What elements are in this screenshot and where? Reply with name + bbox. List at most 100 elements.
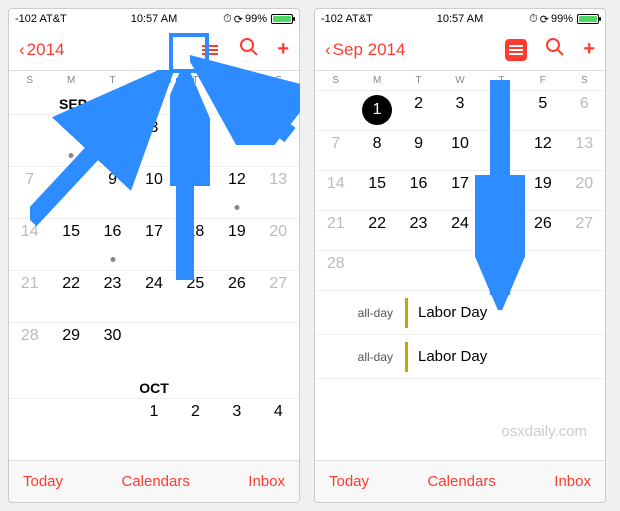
inbox-button[interactable]: Inbox xyxy=(248,473,285,490)
day-of-week-header: SMTWTFS xyxy=(315,71,605,90)
chevron-left-icon: ‹ xyxy=(325,40,331,60)
calendar-day-cell[interactable]: 1 xyxy=(356,90,397,130)
status-time: 10:57 AM xyxy=(437,13,483,25)
calendar-day-cell xyxy=(133,322,174,374)
calendar-day-cell[interactable]: 19 xyxy=(216,218,257,270)
dow-label: S xyxy=(315,75,356,86)
calendar-day-cell[interactable]: 19 xyxy=(522,170,563,210)
dow-label: M xyxy=(356,75,397,86)
calendar-day-cell[interactable]: 2 xyxy=(398,90,439,130)
calendar-day-cell[interactable]: 26 xyxy=(522,210,563,250)
calendar-day-cell[interactable]: 26 xyxy=(216,270,257,322)
today-button[interactable]: Today xyxy=(329,473,369,490)
event-list: all-dayLabor Dayall-dayLabor Day xyxy=(315,290,605,379)
calendar-day-cell[interactable]: 22 xyxy=(50,270,91,322)
today-button[interactable]: Today xyxy=(23,473,63,490)
calendar-day-cell[interactable]: 12 xyxy=(216,166,257,218)
rotation-lock-icon: ⟳ xyxy=(540,13,549,26)
alarm-icon: ⏱ xyxy=(529,13,538,26)
battery-icon xyxy=(271,14,293,24)
calendar-day-cell[interactable]: 4 xyxy=(258,398,299,438)
event-allday-label: all-day xyxy=(315,306,405,320)
carrier-text: -102 AT&T xyxy=(321,13,373,25)
calendar-day-cell[interactable]: 28 xyxy=(315,250,356,290)
month-label-oct: OCT xyxy=(9,374,299,398)
calendar-day-cell xyxy=(175,322,216,374)
calendar-day-cell[interactable]: 20 xyxy=(258,218,299,270)
back-label: Sep 2014 xyxy=(333,40,406,60)
battery-pct: 99% xyxy=(245,13,267,25)
dow-label: T xyxy=(398,75,439,86)
calendar-day-cell[interactable]: 24 xyxy=(133,270,174,322)
calendar-grid[interactable]: 1234567891011121314151617181920212223242… xyxy=(315,90,605,290)
back-label: 2014 xyxy=(27,40,65,60)
battery-icon xyxy=(577,14,599,24)
calendar-day-cell[interactable]: 6 xyxy=(564,90,605,130)
calendar-day-cell[interactable]: 29 xyxy=(50,322,91,374)
bottom-toolbar: Today Calendars Inbox xyxy=(315,460,605,502)
nav-bar: ‹ Sep 2014 + xyxy=(315,29,605,71)
rotation-lock-icon: ⟳ xyxy=(234,13,243,26)
annotation-arrow xyxy=(475,80,525,310)
calendar-day-cell xyxy=(258,322,299,374)
calendar-day-cell xyxy=(315,90,356,130)
calendar-day-cell[interactable]: 1 xyxy=(133,398,174,438)
annotation-arrow xyxy=(190,55,300,145)
status-time: 10:57 AM xyxy=(131,13,177,25)
watermark-text: osxdaily.com xyxy=(501,423,587,440)
calendar-day-cell[interactable]: 20 xyxy=(564,170,605,210)
dow-label: F xyxy=(522,75,563,86)
calendar-day-cell xyxy=(356,250,397,290)
event-allday-label: all-day xyxy=(315,350,405,364)
calendar-day-cell[interactable]: 3 xyxy=(216,398,257,438)
calendar-day-cell[interactable]: 21 xyxy=(315,210,356,250)
calendar-day-cell[interactable]: 5 xyxy=(522,90,563,130)
status-right: ⏱ ⟳ 99% xyxy=(223,13,293,26)
calendar-day-cell[interactable]: 23 xyxy=(398,210,439,250)
inbox-button[interactable]: Inbox xyxy=(554,473,591,490)
calendar-day-cell[interactable]: 15 xyxy=(356,170,397,210)
calendar-grid-oct[interactable]: 1234 xyxy=(9,398,299,438)
status-bar: -102 AT&T 10:57 AM ⏱ ⟳ 99% xyxy=(9,9,299,29)
calendar-day-cell[interactable]: 12 xyxy=(522,130,563,170)
alarm-icon: ⏱ xyxy=(223,13,232,26)
phone-right: -102 AT&T 10:57 AM ⏱ ⟳ 99% ‹ Sep 2014 + … xyxy=(314,8,606,503)
carrier-text: -102 AT&T xyxy=(15,13,67,25)
calendar-day-cell[interactable]: 9 xyxy=(398,130,439,170)
calendar-day-cell xyxy=(92,398,133,438)
calendar-day-cell xyxy=(9,398,50,438)
calendar-day-cell xyxy=(216,322,257,374)
battery-pct: 99% xyxy=(551,13,573,25)
calendar-day-cell[interactable]: 8 xyxy=(356,130,397,170)
calendar-day-cell[interactable]: 21 xyxy=(9,270,50,322)
event-title: Labor Day xyxy=(418,348,487,365)
status-right: ⏱ ⟳ 99% xyxy=(529,13,599,26)
calendar-day-cell[interactable]: 13 xyxy=(258,166,299,218)
list-view-toggle[interactable] xyxy=(505,39,527,61)
calendar-day-cell[interactable]: 23 xyxy=(92,270,133,322)
calendar-day-cell[interactable]: 2 xyxy=(175,398,216,438)
status-bar: -102 AT&T 10:57 AM ⏱ ⟳ 99% xyxy=(315,9,605,29)
back-button[interactable]: ‹ 2014 xyxy=(19,40,65,60)
back-button[interactable]: ‹ Sep 2014 xyxy=(325,40,405,60)
event-row[interactable]: all-dayLabor Day xyxy=(315,291,605,335)
calendar-day-cell xyxy=(50,398,91,438)
calendar-day-cell xyxy=(522,250,563,290)
calendar-day-cell xyxy=(564,250,605,290)
calendars-button[interactable]: Calendars xyxy=(427,473,495,490)
calendar-day-cell[interactable]: 30 xyxy=(92,322,133,374)
calendars-button[interactable]: Calendars xyxy=(121,473,189,490)
calendar-day-cell[interactable]: 7 xyxy=(315,130,356,170)
calendar-day-cell[interactable]: 27 xyxy=(258,270,299,322)
add-button[interactable]: + xyxy=(583,38,595,61)
search-icon[interactable] xyxy=(545,37,565,63)
calendar-day-cell xyxy=(398,250,439,290)
calendar-day-cell[interactable]: 27 xyxy=(564,210,605,250)
calendar-day-cell[interactable]: 22 xyxy=(356,210,397,250)
calendar-day-cell[interactable]: 16 xyxy=(398,170,439,210)
event-row[interactable]: all-day Labor Day xyxy=(315,335,605,379)
calendar-day-cell[interactable]: 13 xyxy=(564,130,605,170)
chevron-left-icon: ‹ xyxy=(19,40,25,60)
calendar-day-cell[interactable]: 14 xyxy=(315,170,356,210)
calendar-day-cell[interactable]: 28 xyxy=(9,322,50,374)
